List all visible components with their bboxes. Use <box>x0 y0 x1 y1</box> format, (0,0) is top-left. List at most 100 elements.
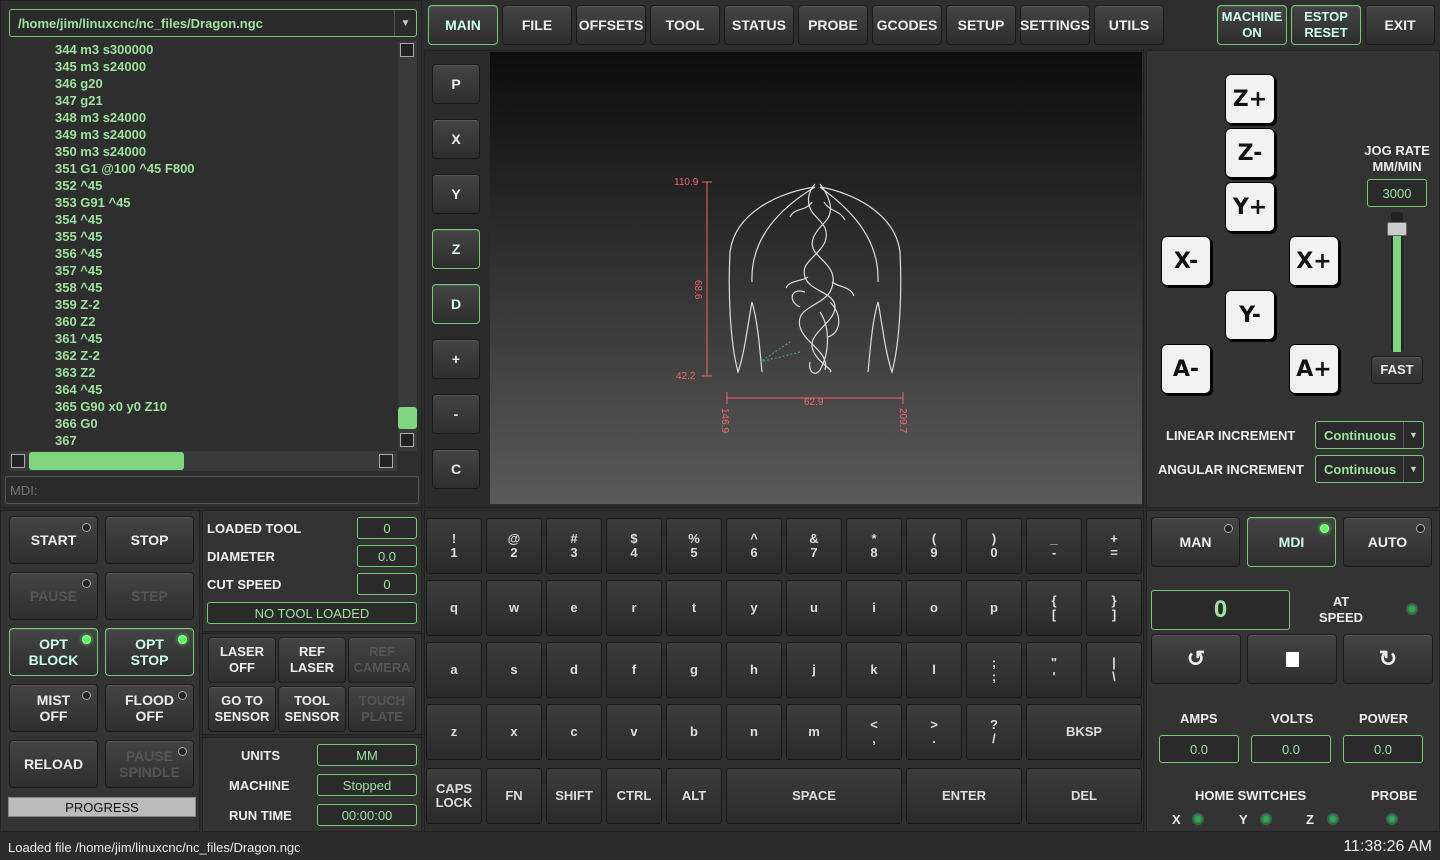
fast-button[interactable]: FAST <box>1371 356 1423 384</box>
key-mod-1[interactable]: FN <box>486 768 542 824</box>
key-row4-8[interactable]: > . <box>906 704 962 760</box>
key-enter[interactable]: ENTER <box>906 768 1022 824</box>
key-row3-7[interactable]: k <box>846 642 902 698</box>
gcode-line[interactable]: 367 <box>9 432 397 449</box>
key-row1-3[interactable]: $ 4 <box>606 518 662 574</box>
key-row2-11[interactable]: } ] <box>1086 580 1142 636</box>
gcode-line[interactable]: 349 m3 s24000 <box>9 126 397 143</box>
stop-button[interactable]: STOP <box>105 516 194 564</box>
angular-increment-select[interactable]: Continuous ▼ <box>1315 455 1424 483</box>
touch-plate-button[interactable]: TOUCH PLATE <box>348 686 416 732</box>
opt-stop-button[interactable]: OPT STOP <box>105 628 194 676</box>
tab-status[interactable]: STATUS <box>724 5 794 45</box>
key-row4-0[interactable]: z <box>426 704 482 760</box>
laser-off-button[interactable]: LASER OFF <box>208 637 276 683</box>
key-row4-1[interactable]: x <box>486 704 542 760</box>
gcode-line[interactable]: 358 ^45 <box>9 279 397 296</box>
key-mod-2[interactable]: SHIFT <box>546 768 602 824</box>
gcode-line[interactable]: 348 m3 s24000 <box>9 109 397 126</box>
jog-a-minus-button[interactable]: A- <box>1161 344 1211 394</box>
mode-man-button[interactable]: MAN <box>1151 517 1240 567</box>
key-row2-1[interactable]: w <box>486 580 542 636</box>
view-button-0[interactable]: P <box>432 64 480 104</box>
key-row4-3[interactable]: v <box>606 704 662 760</box>
key-row3-9[interactable]: ; ; <box>966 642 1022 698</box>
tab-setup[interactable]: SETUP <box>946 5 1016 45</box>
key-row1-9[interactable]: ) 0 <box>966 518 1022 574</box>
key-delete[interactable]: DEL <box>1026 768 1142 824</box>
key-mod-4[interactable]: ALT <box>666 768 722 824</box>
jog-rate-thumb[interactable] <box>1387 221 1407 236</box>
gcode-line[interactable]: 354 ^45 <box>9 211 397 228</box>
toolpath-preview[interactable]: 110.9 42.2 68.6 62.9 146.9 209.7 <box>490 52 1142 504</box>
key-row2-8[interactable]: o <box>906 580 962 636</box>
scroll-right-icon[interactable] <box>379 454 393 468</box>
key-row4-5[interactable]: n <box>726 704 782 760</box>
key-row4-2[interactable]: c <box>546 704 602 760</box>
key-row2-10[interactable]: { [ <box>1026 580 1082 636</box>
gcode-line[interactable]: 351 G1 @100 ^45 F800 <box>9 160 397 177</box>
jog-rate-value[interactable]: 3000 <box>1367 179 1427 207</box>
key-row1-2[interactable]: # 3 <box>546 518 602 574</box>
key-row3-6[interactable]: j <box>786 642 842 698</box>
key-row2-3[interactable]: r <box>606 580 662 636</box>
key-space[interactable]: SPACE <box>726 768 902 824</box>
ref-laser-button[interactable]: REF LASER <box>278 637 346 683</box>
jog-rate-slider[interactable] <box>1387 212 1407 352</box>
gcode-line[interactable]: 353 G91 ^45 <box>9 194 397 211</box>
jog-y-minus-button[interactable]: Y- <box>1225 290 1275 340</box>
jog-x-minus-button[interactable]: X- <box>1161 236 1211 286</box>
key-row3-5[interactable]: h <box>726 642 782 698</box>
mode-auto-button[interactable]: AUTO <box>1343 517 1432 567</box>
mdi-input[interactable] <box>5 476 419 504</box>
tab-file[interactable]: FILE <box>502 5 572 45</box>
key-row3-11[interactable]: | \ <box>1086 642 1142 698</box>
view-button-1[interactable]: X <box>432 119 480 159</box>
gcode-line[interactable]: 350 m3 s24000 <box>9 143 397 160</box>
step-button[interactable]: STEP <box>105 572 194 620</box>
jog-x-plus-button[interactable]: X+ <box>1289 236 1339 286</box>
tab-probe[interactable]: PROBE <box>798 5 868 45</box>
scrollbar-thumb[interactable] <box>398 407 417 429</box>
key-backspace[interactable]: BKSP <box>1026 704 1142 760</box>
key-row3-4[interactable]: g <box>666 642 722 698</box>
pause-spindle-button[interactable]: PAUSE SPINDLE <box>105 740 194 788</box>
gcode-line[interactable]: 346 g20 <box>9 75 397 92</box>
gcode-line[interactable]: 361 ^45 <box>9 330 397 347</box>
view-button-7[interactable]: C <box>432 449 480 489</box>
gcode-line[interactable]: 357 ^45 <box>9 262 397 279</box>
estop-reset-button[interactable]: ESTOP RESET <box>1291 5 1361 45</box>
reload-button[interactable]: RELOAD <box>9 740 98 788</box>
gcode-list[interactable]: 344 m3 s300000 345 m3 s24000 346 g20 347 g2… <box>9 41 397 451</box>
h-scrollbar-thumb[interactable] <box>29 452 184 470</box>
key-row1-6[interactable]: & 7 <box>786 518 842 574</box>
opt-block-button[interactable]: OPT BLOCK <box>9 628 98 676</box>
spindle-ccw-button[interactable]: ↺ <box>1151 634 1241 684</box>
vertical-scrollbar[interactable] <box>398 41 417 451</box>
scroll-left-icon[interactable] <box>11 454 25 468</box>
key-row1-4[interactable]: % 5 <box>666 518 722 574</box>
gcode-line[interactable]: 365 G90 x0 y0 Z10 <box>9 398 397 415</box>
start-button[interactable]: START <box>9 516 98 564</box>
key-row2-2[interactable]: e <box>546 580 602 636</box>
key-row2-7[interactable]: i <box>846 580 902 636</box>
scroll-down-icon[interactable] <box>400 433 414 447</box>
jog-a-plus-button[interactable]: A+ <box>1289 344 1339 394</box>
key-row1-11[interactable]: + = <box>1086 518 1142 574</box>
key-row2-6[interactable]: u <box>786 580 842 636</box>
view-button-4[interactable]: D <box>432 284 480 324</box>
key-row4-7[interactable]: < , <box>846 704 902 760</box>
gcode-line[interactable]: 362 Z-2 <box>9 347 397 364</box>
key-row3-3[interactable]: f <box>606 642 662 698</box>
machine-on-button[interactable]: MACHINE ON <box>1217 5 1287 45</box>
tab-tool[interactable]: TOOL <box>650 5 720 45</box>
horizontal-scrollbar[interactable] <box>9 451 397 471</box>
view-button-3[interactable]: Z <box>432 229 480 269</box>
key-row1-1[interactable]: @ 2 <box>486 518 542 574</box>
key-row2-0[interactable]: q <box>426 580 482 636</box>
key-row1-7[interactable]: * 8 <box>846 518 902 574</box>
gcode-line[interactable]: 356 ^45 <box>9 245 397 262</box>
gcode-line[interactable]: 359 Z-2 <box>9 296 397 313</box>
key-mod-0[interactable]: CAPS LOCK <box>426 768 482 824</box>
linear-increment-select[interactable]: Continuous ▼ <box>1315 421 1424 449</box>
